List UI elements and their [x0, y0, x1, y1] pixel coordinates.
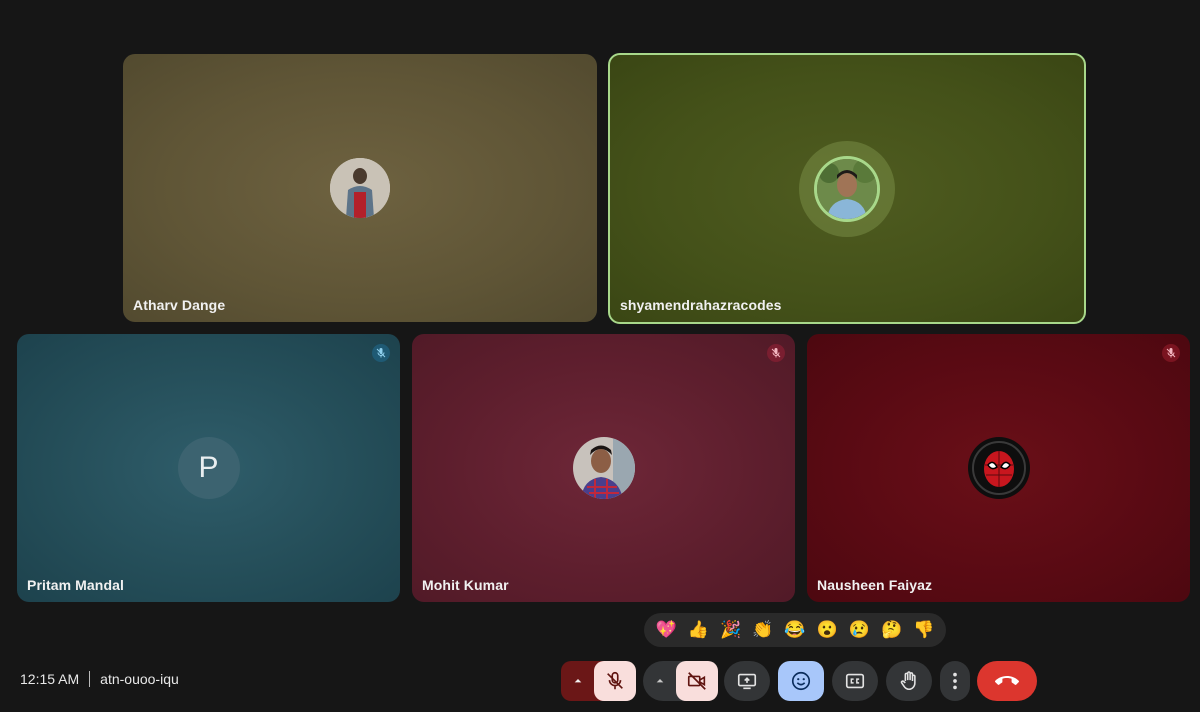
hang-up-icon [995, 676, 1019, 685]
participant-name: shyamendrahazracodes [620, 297, 782, 313]
avatar-initial: P [177, 437, 240, 499]
mic-off-icon [607, 671, 623, 690]
chevron-up-icon [656, 679, 664, 683]
present-screen-button[interactable] [724, 661, 770, 701]
reaction-sad[interactable]: 😢 [846, 617, 872, 643]
muted-mic-icon [767, 344, 785, 362]
meeting-code[interactable]: atn-ouoo-iqu [100, 671, 179, 687]
reaction-clap[interactable]: 👏 [750, 617, 776, 643]
camera-off-icon [687, 672, 706, 690]
smiley-icon [791, 671, 811, 691]
participant-tile-atharv[interactable]: Atharv Dange [123, 54, 597, 322]
mic-control-group [561, 661, 636, 701]
camera-toggle-button[interactable] [676, 661, 718, 701]
reaction-bar: 💖 👍 🎉 👏 😂 😮 😢 🤔 👎 [644, 613, 946, 647]
reaction-thumbs-down[interactable]: 👎 [911, 617, 937, 643]
avatar [814, 155, 880, 222]
camera-options-button[interactable] [643, 661, 677, 701]
reaction-thumbs-up[interactable]: 👍 [685, 617, 711, 643]
reaction-surprised[interactable]: 😮 [814, 617, 840, 643]
captions-button[interactable] [832, 661, 878, 701]
raise-hand-button[interactable] [886, 661, 932, 701]
participant-name: Nausheen Faiyaz [817, 577, 933, 593]
avatar [330, 158, 390, 218]
more-vert-icon [953, 672, 957, 690]
divider [89, 671, 91, 687]
muted-mic-icon [1162, 344, 1180, 362]
reaction-heart[interactable]: 💖 [653, 617, 679, 643]
participant-name: Atharv Dange [133, 297, 226, 313]
camera-control-group [643, 661, 718, 701]
muted-mic-icon [372, 344, 390, 362]
raise-hand-icon [900, 671, 916, 691]
more-options-button[interactable] [940, 661, 970, 701]
spider-mask-avatar [967, 437, 1030, 499]
mic-options-button[interactable] [561, 661, 595, 701]
participant-name: Mohit Kumar [422, 577, 509, 593]
participant-tile-nausheen[interactable]: Nausheen Faiyaz [807, 334, 1190, 602]
participant-name: Pritam Mandal [27, 577, 124, 593]
avatar [572, 437, 635, 499]
mic-toggle-button[interactable] [594, 661, 636, 701]
reaction-thinking[interactable]: 🤔 [879, 617, 905, 643]
participant-tile-shyam[interactable]: shyamendrahazracodes [608, 53, 1086, 324]
chevron-up-icon [574, 679, 582, 683]
meeting-time: 12:15 AM [20, 671, 80, 687]
reaction-laugh[interactable]: 😂 [782, 617, 808, 643]
participant-tile-mohit[interactable]: Mohit Kumar [412, 334, 795, 602]
present-screen-icon [737, 673, 757, 690]
meeting-info: 12:15 AM atn-ouoo-iqu [20, 671, 179, 687]
participant-tile-pritam[interactable]: P Pritam Mandal [17, 334, 400, 602]
reaction-party[interactable]: 🎉 [718, 617, 744, 643]
reactions-button[interactable] [778, 661, 824, 701]
closed-captions-icon [845, 673, 865, 689]
leave-call-button[interactable] [977, 661, 1037, 701]
